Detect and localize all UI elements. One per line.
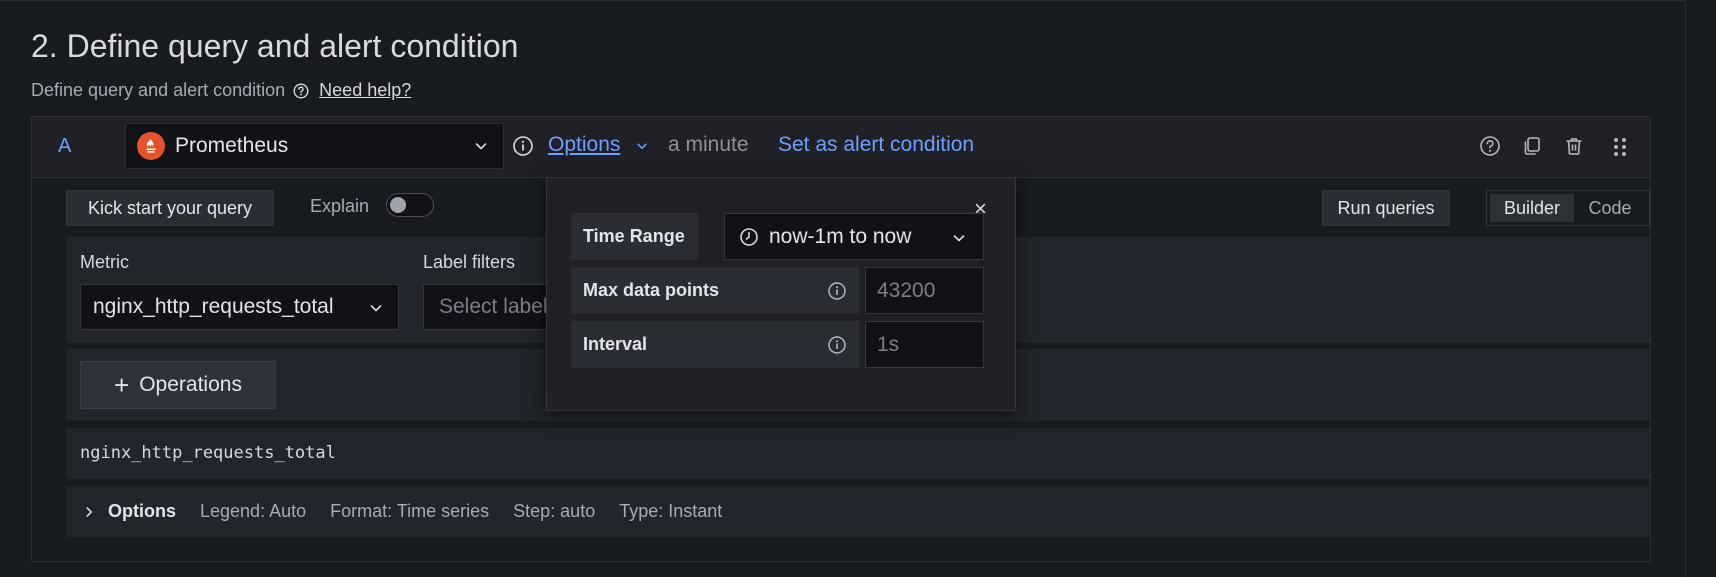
set-alert-condition-button[interactable]: Set as alert condition <box>778 133 974 157</box>
legend-option: Legend: Auto <box>200 501 307 521</box>
datasource-name: Prometheus <box>175 134 289 157</box>
question-circle-icon <box>293 82 309 99</box>
metric-label: Metric <box>80 252 129 272</box>
label-filter-placeholder: Select label <box>439 295 548 318</box>
metric-value: nginx_http_requests_total <box>93 295 334 318</box>
info-icon[interactable] <box>827 335 847 360</box>
explain-label: Explain <box>310 196 370 216</box>
options-row-title: Options <box>108 501 176 521</box>
help-icon[interactable] <box>1479 135 1501 162</box>
time-range-picker[interactable]: now-1m to now <box>724 213 984 260</box>
section-subtitle-row: Define query and alert condition Need he… <box>31 80 411 101</box>
datasource-info-icon[interactable] <box>512 135 534 162</box>
query-ref-id[interactable]: A <box>58 135 71 158</box>
duplicate-icon[interactable] <box>1521 135 1543 162</box>
drag-handle-icon[interactable] <box>1609 135 1631 164</box>
run-queries-button[interactable]: Run queries <box>1322 190 1450 226</box>
add-operation-button[interactable]: + Operations <box>80 361 276 409</box>
editor-mode-switch: Builder Code <box>1486 190 1650 226</box>
time-range-label: Time Range <box>571 213 698 260</box>
info-icon[interactable] <box>827 281 847 306</box>
time-range-label-text: Time Range <box>583 226 685 246</box>
builder-mode-tab[interactable]: Builder <box>1490 194 1574 222</box>
toggle-knob <box>390 197 406 213</box>
code-mode-tab[interactable]: Code <box>1574 194 1646 222</box>
kick-start-query-button[interactable]: Kick start your query <box>66 190 274 226</box>
step-option: Step: auto <box>513 501 596 521</box>
chevron-down-icon[interactable] <box>635 139 649 158</box>
format-option: Format: Time series <box>330 501 490 521</box>
prometheus-logo-icon <box>137 132 165 160</box>
section-subtitle: Define query and alert condition <box>31 80 286 100</box>
section-title: 2. Define query and alert condition <box>31 28 519 64</box>
interval-label: Interval <box>571 321 859 368</box>
max-data-points-label-text: Max data points <box>583 280 720 300</box>
chevron-down-icon <box>473 138 489 159</box>
explain-toggle[interactable] <box>386 193 434 217</box>
trash-icon[interactable] <box>1563 135 1585 162</box>
raw-query-text: nginx_http_requests_total <box>80 443 336 463</box>
clock-icon <box>739 227 759 247</box>
interval-input[interactable] <box>865 321 984 368</box>
interval-label-text: Interval <box>583 334 648 354</box>
query-options-row[interactable]: Options Legend: Auto Format: Time series… <box>66 486 1650 537</box>
type-option: Type: Instant <box>619 501 723 521</box>
label-filter-select[interactable]: Select label <box>423 284 553 330</box>
need-help-link[interactable]: Need help? <box>319 80 411 101</box>
plus-icon: + <box>114 370 130 400</box>
datasource-picker[interactable]: Prometheus <box>125 123 504 169</box>
chevron-right-icon[interactable] <box>82 505 96 519</box>
query-options-toggle[interactable]: Options <box>548 133 620 157</box>
chevron-down-icon <box>951 230 967 251</box>
time-range-value: now-1m to now <box>769 224 912 248</box>
max-data-points-label: Max data points <box>571 267 859 314</box>
metric-select[interactable]: nginx_http_requests_total <box>80 284 399 330</box>
query-header: A Prometheus Options a minute Set as ale… <box>32 117 1650 178</box>
max-data-points-input[interactable] <box>865 267 984 314</box>
label-filters-label: Label filters <box>423 252 516 272</box>
operations-label: Operations <box>139 373 242 396</box>
chevron-down-icon <box>368 300 384 321</box>
query-interval-summary: a minute <box>668 133 749 156</box>
